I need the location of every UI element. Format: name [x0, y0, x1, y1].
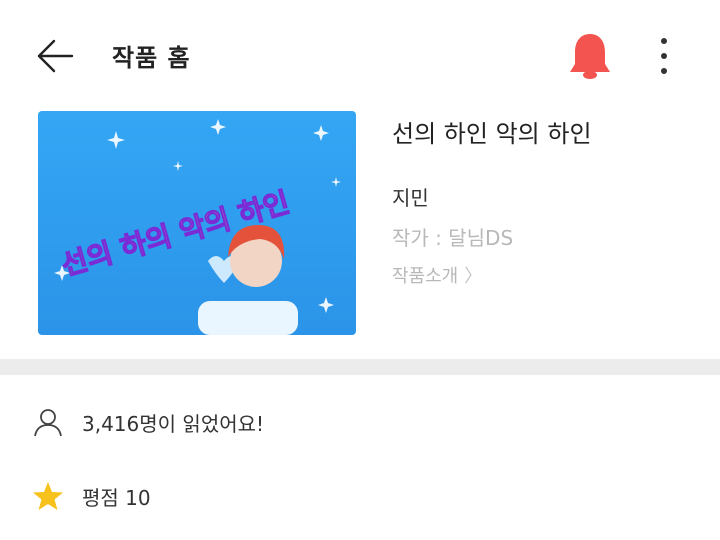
back-button[interactable] — [34, 34, 78, 78]
chevron-right-icon: 〉 — [464, 266, 483, 287]
section-divider — [0, 359, 720, 375]
author-label[interactable]: 작가 : 달님DS — [392, 222, 513, 251]
bell-icon — [570, 34, 610, 79]
back-arrow-icon — [37, 39, 74, 73]
star-icon — [33, 482, 63, 510]
work-title: 선의 하인 악의 하인 — [392, 120, 592, 148]
rating-row: 평점 10 — [32, 480, 151, 512]
read-count-row: 3,416명이 읽었어요! — [32, 406, 264, 438]
read-count-text: 3,416명이 읽었어요! — [82, 411, 265, 436]
more-vertical-icon — [661, 38, 667, 74]
notification-button[interactable] — [566, 30, 614, 82]
character-name: 지민 — [392, 186, 429, 210]
work-intro-label: 작품소개 — [392, 266, 459, 287]
top-bar: 작품 홈 — [0, 0, 720, 110]
page-title: 작품 홈 — [112, 44, 191, 72]
more-options-button[interactable] — [650, 34, 678, 78]
cover-image[interactable]: 선의 하의 악의 하인 — [38, 111, 356, 335]
work-intro-link[interactable]: 작품소개 〉 — [392, 262, 482, 288]
rating-text: 평점 10 — [82, 485, 151, 510]
user-icon — [34, 409, 62, 437]
